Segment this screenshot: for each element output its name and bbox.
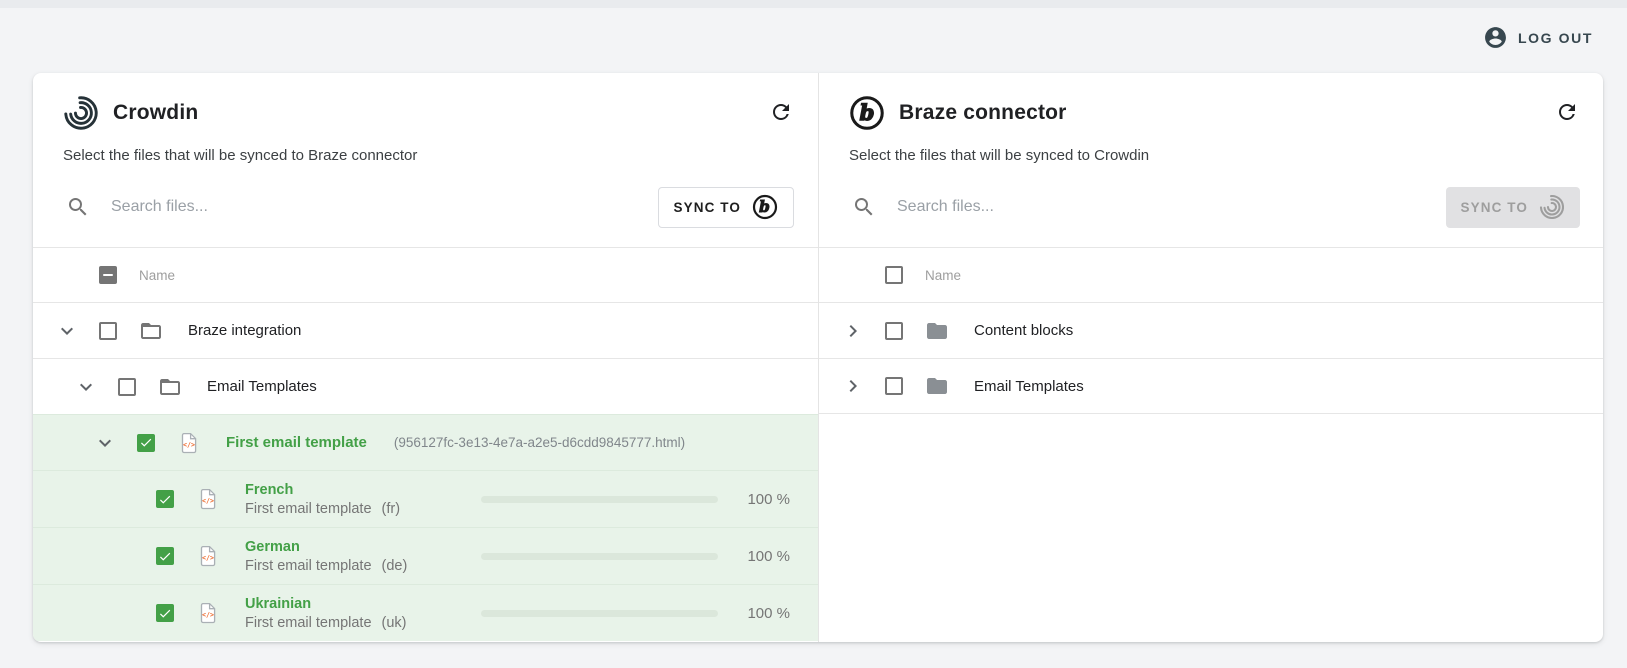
- row-label: Email Templates: [207, 378, 317, 395]
- folder-icon: [927, 378, 947, 394]
- braze-tree-header: Name: [819, 247, 1603, 302]
- sync-to-braze-button[interactable]: SYNC TO: [657, 186, 794, 228]
- braze-logo-icon: [850, 96, 884, 130]
- translation-progress-value: 100 %: [747, 604, 790, 622]
- language-template-name: First email template: [245, 500, 372, 517]
- translation-progress-bar: [481, 552, 718, 560]
- chevron-placeholder: [841, 263, 865, 287]
- sync-card: Crowdin Select the files that will be sy…: [33, 73, 1603, 642]
- check-icon: [159, 552, 171, 561]
- language-name: Ukrainian: [245, 595, 312, 612]
- language-code: (de): [381, 557, 408, 574]
- top-strip: [0, 0, 1627, 8]
- language-name: German: [245, 538, 300, 555]
- crowdin-search-input[interactable]: [111, 198, 642, 216]
- language-name: French: [245, 481, 294, 498]
- tree-row-email-templates[interactable]: Email Templates: [33, 358, 818, 414]
- translation-progress-value: 100 %: [747, 547, 790, 565]
- name-column-header: Name: [139, 267, 176, 283]
- logout-button[interactable]: LOG OUT: [1483, 25, 1593, 50]
- language-code: (fr): [381, 500, 401, 517]
- row-filename: (956127fc-3e13-4e7a-a2e5-d6cdd9845777.ht…: [393, 435, 686, 450]
- braze-search-input[interactable]: [897, 198, 1430, 216]
- folder-open-icon: [160, 378, 180, 395]
- braze-file-tree: Name Content blocks Email Templates: [819, 247, 1603, 642]
- braze-panel-header: Braze connector Select the files that wi…: [819, 73, 1603, 247]
- braze-panel-subtitle: Select the files that will be synced to …: [849, 147, 1150, 164]
- sync-to-braze-label: SYNC TO: [673, 199, 741, 215]
- tree-row-braze-integration[interactable]: Braze integration: [33, 302, 818, 358]
- row-checkbox-checked[interactable]: [156, 604, 174, 622]
- braze-refresh-button[interactable]: [1554, 100, 1580, 126]
- tree-row-email-templates-right[interactable]: Email Templates: [819, 358, 1603, 414]
- language-template-name: First email template: [245, 614, 372, 631]
- chevron-right-icon[interactable]: [841, 374, 865, 398]
- chevron-placeholder: [112, 544, 136, 568]
- braze-panel-title: Braze connector: [899, 101, 1067, 124]
- language-code: (uk): [381, 614, 407, 631]
- tree-row-content-blocks[interactable]: Content blocks: [819, 302, 1603, 358]
- crowdin-panel-header: Crowdin Select the files that will be sy…: [33, 73, 818, 247]
- tree-row-language-german[interactable]: German First email template (de) 100 %: [33, 527, 818, 584]
- chevron-down-icon[interactable]: [74, 375, 98, 399]
- folder-icon: [927, 322, 947, 339]
- name-column-header: Name: [925, 267, 962, 283]
- account-icon: [1485, 27, 1506, 48]
- crowdin-file-tree: Name Braze integration Email Templates F…: [33, 247, 818, 642]
- row-checkbox-checked[interactable]: [156, 547, 174, 565]
- braze-logo-icon: [752, 194, 778, 220]
- html-file-icon: [200, 545, 216, 567]
- select-all-checkbox[interactable]: [99, 266, 117, 284]
- row-label: Email Templates: [974, 377, 1084, 395]
- sync-to-crowdin-button-disabled[interactable]: SYNC TO: [1445, 186, 1580, 228]
- html-file-icon: [181, 432, 197, 453]
- braze-panel: Braze connector Select the files that wi…: [819, 73, 1603, 642]
- row-checkbox-checked[interactable]: [137, 433, 155, 452]
- row-label: Content blocks: [974, 322, 1074, 339]
- search-icon: [855, 198, 873, 216]
- row-checkbox[interactable]: [885, 377, 903, 395]
- logout-label: LOG OUT: [1518, 29, 1593, 46]
- language-template-name: First email template: [245, 557, 372, 574]
- select-all-checkbox[interactable]: [885, 266, 903, 284]
- chevron-down-icon[interactable]: [55, 319, 79, 343]
- sync-to-crowdin-label: SYNC TO: [1460, 199, 1528, 215]
- translation-progress-value: 100 %: [747, 490, 790, 508]
- row-label: Braze integration: [188, 322, 302, 339]
- folder-open-icon: [141, 322, 161, 339]
- translation-progress-bar: [481, 495, 718, 503]
- chevron-right-icon[interactable]: [841, 319, 865, 343]
- row-label: First email template: [226, 434, 367, 451]
- row-checkbox-checked[interactable]: [156, 490, 174, 508]
- check-icon: [159, 609, 171, 618]
- crowdin-logo-icon: [63, 95, 99, 131]
- tree-row-language-ukrainian[interactable]: Ukrainian First email template (uk) 100 %: [33, 584, 818, 641]
- refresh-icon: [773, 104, 789, 120]
- check-icon: [159, 495, 171, 504]
- search-icon: [69, 198, 87, 216]
- crowdin-refresh-button[interactable]: [768, 100, 794, 126]
- crowdin-panel-title: Crowdin: [113, 101, 199, 124]
- crowdin-tree-header: Name: [33, 247, 818, 302]
- chevron-down-icon[interactable]: [93, 431, 117, 455]
- row-checkbox[interactable]: [99, 321, 117, 340]
- refresh-icon: [1559, 104, 1575, 120]
- tree-row-language-french[interactable]: French First email template (fr) 100 %: [33, 470, 818, 527]
- crowdin-panel: Crowdin Select the files that will be sy…: [33, 73, 818, 642]
- check-icon: [140, 438, 152, 447]
- crowdin-panel-subtitle: Select the files that will be synced to …: [63, 147, 418, 164]
- html-file-icon: [200, 488, 216, 510]
- crowdin-logo-icon-gray: [1539, 194, 1565, 220]
- html-file-icon: [200, 602, 216, 624]
- chevron-placeholder: [112, 601, 136, 625]
- row-checkbox[interactable]: [885, 321, 903, 340]
- chevron-placeholder: [55, 263, 79, 287]
- translation-progress-bar: [481, 609, 718, 617]
- row-checkbox[interactable]: [118, 377, 136, 396]
- tree-row-first-email-template[interactable]: First email template (956127fc-3e13-4e7a…: [33, 414, 818, 470]
- chevron-placeholder: [112, 487, 136, 511]
